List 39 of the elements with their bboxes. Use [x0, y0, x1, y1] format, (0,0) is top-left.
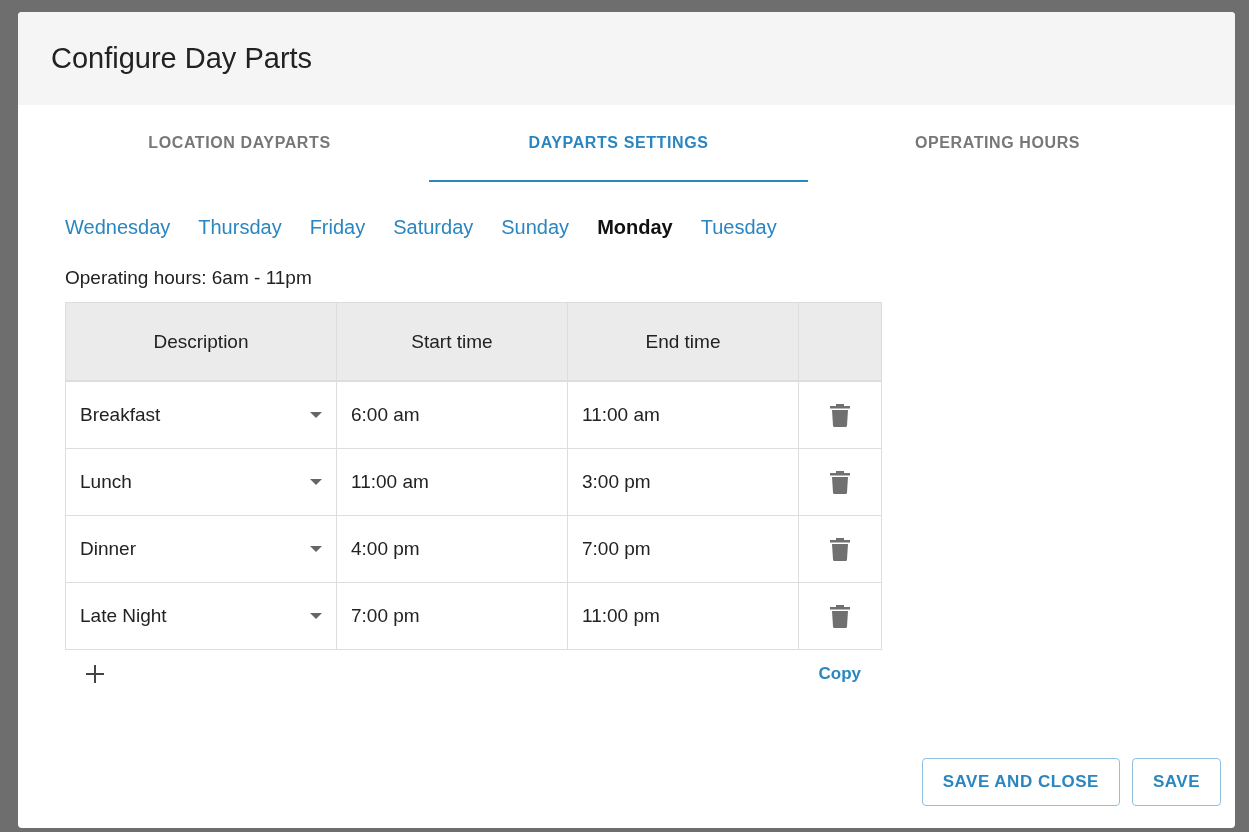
day-link[interactable]: Friday — [309, 216, 366, 239]
caret-icon — [310, 546, 322, 552]
column-header: Start time — [337, 303, 568, 382]
table-cell: 7:00 pm — [337, 583, 568, 650]
day-link[interactable]: Saturday — [393, 216, 474, 239]
day-link[interactable]: Sunday — [501, 216, 570, 239]
save-button[interactable]: SAVE — [1131, 758, 1221, 806]
caret-icon — [310, 613, 322, 619]
dialog-title: Configure Day Parts — [51, 42, 313, 75]
description-dropdown[interactable]: Lunch — [80, 471, 322, 493]
trash-icon[interactable] — [830, 537, 850, 561]
save-and-close-button[interactable]: SAVE AND CLOSE — [921, 758, 1120, 806]
column-header: End time — [568, 303, 799, 382]
column-header: Description — [66, 303, 337, 382]
description-dropdown[interactable]: Late Night — [80, 605, 322, 627]
table-cell: 3:00 pm — [568, 449, 799, 516]
table-cell: 7:00 pm — [568, 516, 799, 583]
operating-hours-text: Operating hours: 6am - 11pm — [65, 267, 313, 289]
add-icon[interactable] — [85, 664, 105, 684]
table-cell: 11:00 am — [337, 449, 568, 516]
trash-icon[interactable] — [830, 604, 850, 628]
table-cell: 4:00 pm — [337, 516, 568, 583]
day-link[interactable]: Thursday — [198, 216, 282, 239]
table-cell: 11:00 am — [568, 382, 799, 449]
description-dropdown[interactable]: Dinner — [80, 538, 322, 560]
caret-icon — [310, 479, 322, 485]
day-link[interactable]: Wednesday — [65, 216, 171, 239]
day-link[interactable]: Monday — [597, 216, 673, 239]
trash-icon[interactable] — [830, 470, 850, 494]
day-link[interactable]: Tuesday — [700, 216, 777, 239]
copy-link[interactable]: Copy — [818, 664, 861, 684]
tab[interactable]: OPERATING HOURS — [808, 105, 1187, 182]
description-dropdown[interactable]: Breakfast — [80, 404, 322, 426]
table-cell: 11:00 pm — [568, 583, 799, 650]
tab[interactable]: DAYPARTS SETTINGS — [429, 105, 808, 182]
table-cell: 6:00 am — [337, 382, 568, 449]
trash-icon[interactable] — [830, 403, 850, 427]
tab[interactable]: LOCATION DAYPARTS — [50, 105, 429, 182]
caret-icon — [310, 412, 322, 418]
